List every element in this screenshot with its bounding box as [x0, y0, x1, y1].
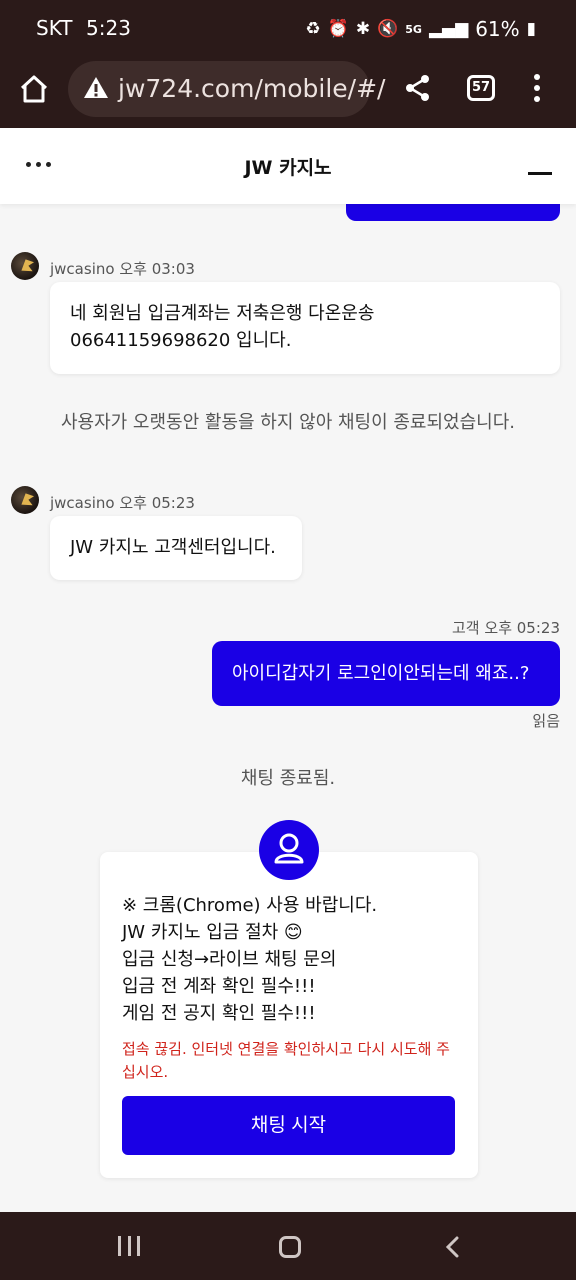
battery-icon: ▮ — [526, 19, 536, 39]
restart-chat-card: ※ 크롬(Chrome) 사용 바랍니다. JW 카지노 입금 절차 😊 입금 … — [100, 852, 478, 1178]
carrier-label: SKT — [36, 16, 73, 40]
agent-avatar — [11, 486, 39, 514]
notice-line: 입금 전 계좌 확인 필수!!! — [122, 976, 316, 997]
message-line: 네 회원님 입금계좌는 저축은행 다온운송 — [70, 303, 375, 324]
user-icon — [259, 820, 319, 880]
sender-name: jwcasino — [50, 260, 115, 278]
browser-toolbar: jw724.com/mobile/#/ 57 — [0, 56, 576, 128]
signal-icon: ▂▄▆ — [428, 19, 469, 39]
address-bar[interactable]: jw724.com/mobile/#/ — [68, 61, 385, 117]
bluetooth-icon: ✱ — [355, 19, 371, 39]
notice-text: ※ 크롬(Chrome) 사용 바랍니다. JW 카지노 입금 절차 😊 입금 … — [122, 892, 377, 1027]
message-line: JW 카지노 고객센터입니다. — [70, 537, 276, 558]
message-meta: jwcasino 오후 03:03 — [50, 258, 195, 279]
alarm-icon: ⏰ — [327, 19, 349, 39]
chat-title: JW 카지노 — [244, 157, 332, 179]
start-chat-button[interactable]: 채팅 시작 — [122, 1096, 455, 1155]
status-icons: ♻ ⏰ ✱ 🔇 5G ▂▄▆ 61% ▮ — [305, 17, 536, 41]
message-meta: jwcasino 오후 05:23 — [50, 492, 195, 513]
tab-switcher-button[interactable]: 57 — [467, 75, 495, 101]
url-text[interactable]: jw724.com/mobile/#/ — [118, 74, 385, 103]
back-icon[interactable] — [444, 1236, 460, 1258]
browser-menu-icon[interactable] — [530, 74, 544, 104]
incoming-message: 네 회원님 입금계좌는 저축은행 다온운송 06641159698620 입니다… — [50, 282, 560, 374]
message-time: 오후 05:23 — [484, 619, 560, 637]
mute-icon: 🔇 — [377, 19, 399, 39]
notice-line: 입금 신청→라이브 채팅 문의 — [122, 949, 337, 970]
share-icon[interactable] — [404, 74, 432, 102]
message-time: 오후 05:23 — [119, 494, 195, 512]
notice-line: ※ 크롬(Chrome) 사용 바랍니다. — [122, 895, 378, 916]
status-bar: SKT 5:23 ♻ ⏰ ✱ 🔇 5G ▂▄▆ 61% ▮ — [0, 0, 576, 56]
connection-error: 접속 끊김. 인터넷 연결을 확인하시고 다시 시도해 주십시오. — [122, 1040, 450, 1081]
read-receipt: 읽음 — [532, 712, 560, 730]
agent-avatar — [11, 252, 39, 280]
home-nav-icon[interactable] — [279, 1236, 301, 1258]
outgoing-message: 아이디갑자기 로그인이안되는데 왜죠..? — [212, 641, 560, 706]
battery-label: 61% — [475, 17, 520, 41]
message-meta: 고객 오후 05:23 — [452, 617, 560, 638]
notice-line: 게임 전 공지 확인 필수!!! — [122, 1003, 316, 1024]
chat-ended-label: 채팅 종료됨. — [240, 768, 336, 789]
message-line: 06641159698620 입니다. — [70, 330, 292, 351]
clock: 5:23 — [86, 16, 131, 40]
recycle-icon: ♻ — [305, 19, 321, 39]
recents-icon[interactable] — [118, 1236, 140, 1256]
network-type-label: 5G — [405, 22, 422, 36]
message-time: 오후 03:03 — [119, 260, 195, 278]
minimize-icon[interactable] — [528, 172, 552, 175]
warning-icon[interactable] — [82, 74, 110, 102]
home-icon[interactable] — [18, 73, 50, 105]
chat-header: JW 카지노 — [0, 128, 576, 204]
system-navigation-bar — [0, 1212, 576, 1280]
notice-line: JW 카지노 입금 절차 😊 — [122, 922, 303, 943]
system-message: 사용자가 오랫동안 활동을 하지 않아 채팅이 종료되었습니다. — [60, 412, 516, 433]
sender-name: jwcasino — [50, 494, 115, 512]
incoming-message: JW 카지노 고객센터입니다. — [50, 516, 302, 580]
sender-name: 고객 — [452, 619, 480, 637]
